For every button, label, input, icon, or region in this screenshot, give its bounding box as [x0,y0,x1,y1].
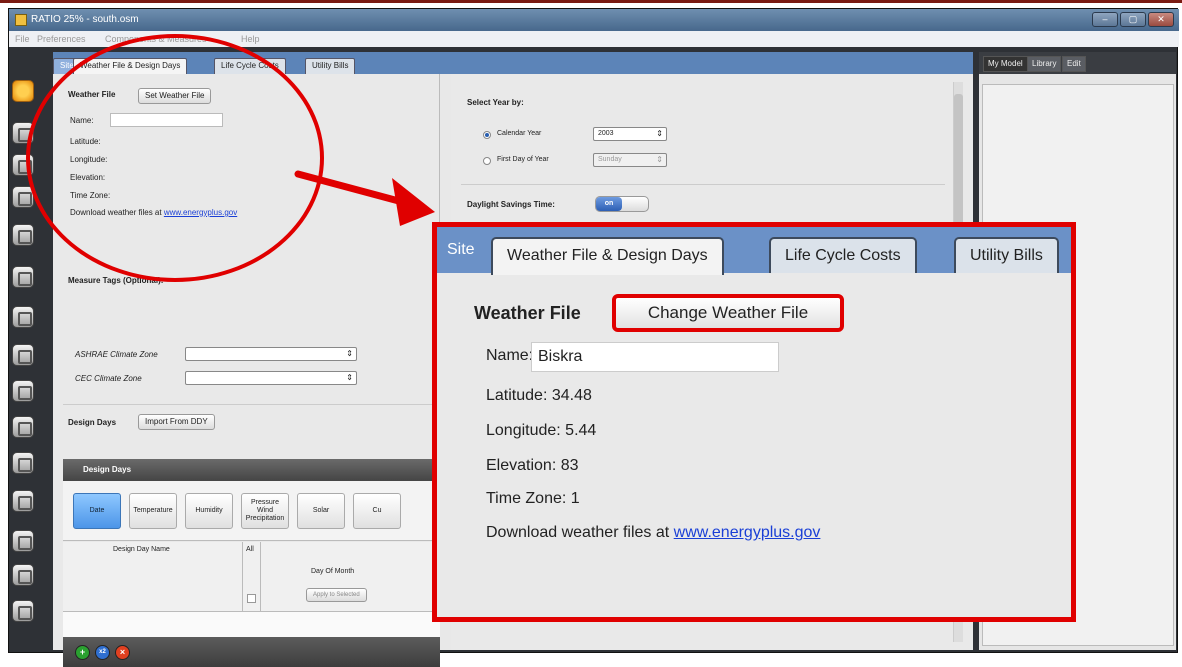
design-days-header: Design Days [63,459,440,481]
design-days-label: Design Days [68,418,117,427]
copy-design-day-icon[interactable]: x2 [95,645,110,660]
select-all-checkbox[interactable] [247,594,256,603]
highlight-ellipse [26,34,324,282]
zoom-callout: Site Weather File & Design Days Life Cyc… [432,222,1076,622]
measures-icon[interactable] [12,530,34,552]
site-icon[interactable] [12,80,34,102]
thermal-zones-icon[interactable] [12,380,34,402]
ashrae-zone-select[interactable]: ⇕ [185,347,357,361]
first-day-label: First Day of Year [497,156,549,163]
year-divider [461,184,945,185]
design-days-toolbar: Date Temperature Humidity Pressure Wind … [63,481,440,541]
window-title: RATIO 25% - south.osm [31,14,139,25]
facility-icon[interactable] [12,306,34,328]
change-weather-file-button[interactable]: Change Weather File [612,294,844,332]
zoom-tab-life-cycle-costs[interactable]: Life Cycle Costs [769,237,917,273]
col-design-day-name-label: Design Day Name [113,546,170,553]
design-days-table: Design Day Name All Day Of Month Apply t… [63,542,440,637]
zoom-tab-strip: Site Weather File & Design Days Life Cyc… [437,227,1071,275]
apply-to-selected-button[interactable]: Apply to Selected [306,588,367,602]
results-icon[interactable] [12,600,34,622]
first-day-value: Sunday [598,156,622,163]
app-icon [15,14,27,26]
ashrae-zone-label: ASHRAE Climate Zone [75,350,158,359]
calendar-year-label: Calendar Year [497,130,542,137]
zoom-energyplus-link[interactable]: www.energyplus.gov [674,524,821,541]
menu-preferences[interactable]: Preferences [37,34,86,44]
col-day-of-month-label: Day Of Month [311,568,355,575]
tab-utility-bills[interactable]: Utility Bills [305,58,356,74]
dst-toggle[interactable]: on [595,196,649,212]
col-all-label: All [246,546,254,553]
add-design-day-icon[interactable]: + [75,645,90,660]
design-days-title: Design Days [83,465,132,474]
zoom-latitude: Latitude: 34.48 [486,387,592,404]
dst-toggle-on: on [596,197,622,211]
first-day-radio[interactable] [483,157,491,165]
date-button[interactable]: Date [73,493,121,529]
zoom-tab-weather-file[interactable]: Weather File & Design Days [491,237,724,275]
design-days-bottom-bar: + x2 × [63,637,440,667]
section-divider [63,404,440,405]
top-border [0,0,1182,3]
close-button[interactable]: ✕ [1148,12,1174,27]
zoom-weather-file-heading: Weather File [474,303,581,323]
inspector-tabs: My Model Library Edit [979,52,1176,74]
zoom-name-label: Name: [486,347,534,364]
maximize-button[interactable]: ▢ [1120,12,1146,27]
tab-edit[interactable]: Edit [1062,56,1086,72]
simulation-settings-icon[interactable] [12,490,34,512]
first-day-select[interactable]: Sunday ⇕ [593,153,667,167]
temperature-button[interactable]: Temperature [129,493,177,529]
output-variables-icon[interactable] [12,452,34,474]
zoom-tab-utility-bills[interactable]: Utility Bills [954,237,1059,273]
space-types-icon[interactable] [12,224,34,246]
col-all: All [243,542,261,612]
calendar-year-select[interactable]: 2003 ⇕ [593,127,667,141]
custom-button[interactable]: Cu [353,493,401,529]
solar-button[interactable]: Solar [297,493,345,529]
col-design-day-name: Design Day Name [63,542,243,612]
run-icon[interactable] [12,564,34,586]
calendar-year-radio[interactable] [483,131,491,139]
zoom-download-text: Download weather files at www.energyplus… [486,524,820,542]
remove-design-day-icon[interactable]: × [115,645,130,660]
title-bar: RATIO 25% - south.osm – ▢ ✕ [9,9,1179,31]
dst-label: Daylight Savings Time: [467,200,555,209]
cec-zone-label: CEC Climate Zone [75,374,142,383]
zoom-tab-site[interactable]: Site [447,241,475,259]
select-year-heading: Select Year by: [467,98,524,107]
cec-zone-select[interactable]: ⇕ [185,371,357,385]
geometry-icon[interactable] [12,266,34,288]
tab-my-model[interactable]: My Model [983,56,1028,72]
menu-file[interactable]: File [15,34,30,44]
zoom-download-prefix: Download weather files at [486,524,670,541]
zoom-time-zone: Time Zone: 1 [486,490,580,507]
pressure-wind-button[interactable]: Pressure Wind Precipitation [241,493,289,529]
minimize-button[interactable]: – [1092,12,1118,27]
humidity-button[interactable]: Humidity [185,493,233,529]
zoom-elevation: Elevation: 83 [486,457,579,474]
import-ddy-button[interactable]: Import From DDY [138,414,215,430]
spaces-icon[interactable] [12,344,34,366]
col-day-of-month: Day Of Month Apply to Selected [261,542,440,612]
zoom-longitude: Longitude: 5.44 [486,422,597,439]
pointer-arrow [294,170,435,226]
hvac-icon[interactable] [12,416,34,438]
calendar-year-value: 2003 [598,130,614,137]
menu-help[interactable]: Help [241,34,260,44]
tab-library[interactable]: Library [1027,56,1062,72]
zoom-name-input[interactable]: Biskra [531,342,779,372]
